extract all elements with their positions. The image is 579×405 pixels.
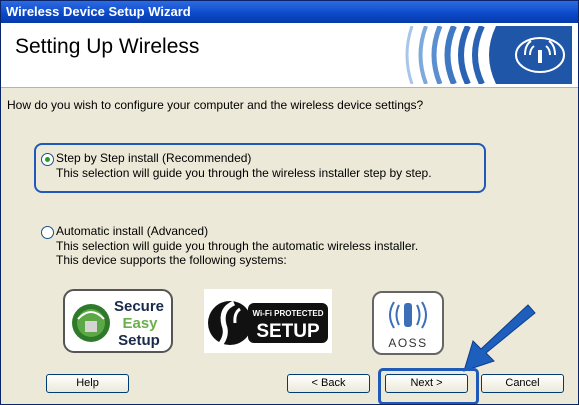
window-title: Wireless Device Setup Wizard (6, 4, 191, 19)
svg-text:Wi-Fi PROTECTED: Wi-Fi PROTECTED (252, 309, 323, 318)
page-title: Setting Up Wireless (15, 35, 200, 58)
wizard-window: Wireless Device Setup Wizard Setting Up … (0, 0, 579, 405)
title-bar[interactable]: Wireless Device Setup Wizard (1, 1, 578, 23)
step-by-step-radio[interactable] (41, 153, 54, 166)
wifi-protected-setup-logo: Wi-Fi PROTECTED SETUP (204, 289, 332, 353)
svg-text:Setup: Setup (118, 332, 160, 349)
automatic-install-description-line2: This device supports the following syste… (56, 253, 287, 267)
svg-text:AOSS: AOSS (388, 336, 427, 350)
automatic-install-radio[interactable] (41, 226, 54, 239)
automatic-install-label[interactable]: Automatic install (Advanced) (56, 224, 208, 238)
wireless-waves-icon (405, 26, 572, 84)
step-by-step-description: This selection will guide you through th… (56, 166, 432, 180)
aoss-logo: AOSS (372, 291, 444, 355)
step-by-step-label[interactable]: Step by Step install (Recommended) (56, 151, 251, 165)
wizard-header: Setting Up Wireless (1, 23, 578, 88)
setup-question: How do you wish to configure your comput… (7, 98, 424, 112)
svg-text:Secure: Secure (114, 298, 164, 315)
back-button[interactable]: < Back (287, 374, 370, 393)
pointer-arrow-icon (463, 304, 536, 372)
cancel-button[interactable]: Cancel (481, 374, 564, 393)
automatic-install-description-line1: This selection will guide you through th… (56, 239, 419, 253)
next-button[interactable]: Next > (385, 374, 468, 393)
secure-easy-setup-logo: Secure Easy Setup (63, 289, 173, 353)
svg-text:SETUP: SETUP (256, 321, 320, 342)
svg-text:Easy: Easy (122, 315, 158, 332)
help-button[interactable]: Help (46, 374, 129, 393)
